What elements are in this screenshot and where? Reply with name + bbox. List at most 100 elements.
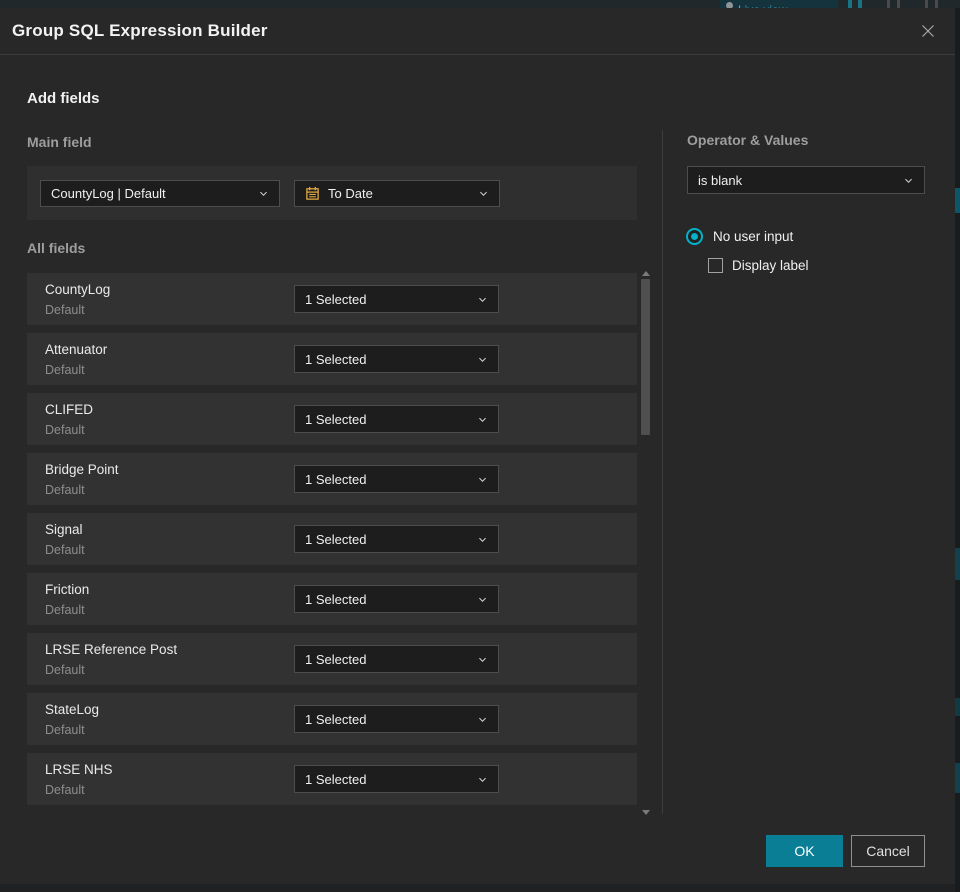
- field-selection-value: 1 Selected: [305, 531, 367, 547]
- group-sql-expression-builder-dialog: Group SQL Expression Builder Add fields …: [0, 8, 955, 884]
- background-toolbar-fragment: [935, 0, 938, 8]
- dialog-titlebar: Group SQL Expression Builder: [0, 8, 955, 55]
- field-name: LRSE NHS: [45, 762, 113, 777]
- background-toolbar-fragment: [925, 0, 928, 8]
- field-selection-value: 1 Selected: [305, 591, 367, 607]
- operator-select[interactable]: is blank: [687, 166, 925, 194]
- field-layer-label: Default: [45, 363, 85, 377]
- radio-selected-icon[interactable]: [686, 228, 703, 245]
- background-toolbar-fragment: [897, 0, 900, 8]
- chevron-down-icon: [478, 188, 489, 199]
- background-app-right-strip: [955, 8, 960, 892]
- field-selection-value: 1 Selected: [305, 351, 367, 367]
- operator-select-value: is blank: [698, 172, 743, 188]
- field-layer-label: Default: [45, 483, 85, 497]
- ok-button[interactable]: OK: [766, 835, 843, 867]
- add-fields-heading: Add fields: [27, 90, 100, 107]
- field-row: StateLog Default 1 Selected: [27, 693, 637, 745]
- radio-dot: [691, 233, 698, 240]
- field-name: StateLog: [45, 702, 100, 717]
- field-selection-select[interactable]: 1 Selected: [294, 765, 499, 793]
- background-toolbar-fragment: [887, 0, 890, 8]
- scroll-down-icon[interactable]: [642, 810, 650, 815]
- field-name: Friction: [45, 582, 90, 597]
- display-label-label: Display label: [732, 258, 809, 273]
- field-name: CountyLog: [45, 282, 111, 297]
- field-selection-value: 1 Selected: [305, 651, 367, 667]
- field-selection-value: 1 Selected: [305, 471, 367, 487]
- background-edge-fragment: [955, 188, 960, 213]
- background-edge-fragment: [955, 698, 960, 716]
- field-row: Attenuator Default 1 Selected: [27, 333, 637, 385]
- chevron-down-icon: [477, 294, 488, 305]
- scrollbar-thumb[interactable]: [641, 279, 650, 435]
- chevron-down-icon: [477, 354, 488, 365]
- field-layer-label: Default: [45, 303, 85, 317]
- panel-divider: [662, 130, 663, 814]
- fields-list-scrollbar[interactable]: [640, 269, 652, 815]
- calendar-date-icon: [305, 186, 320, 201]
- main-field-type-value: To Date: [328, 186, 373, 201]
- field-selection-select[interactable]: 1 Selected: [294, 645, 499, 673]
- field-layer-label: Default: [45, 783, 85, 797]
- field-layer-label: Default: [45, 543, 85, 557]
- main-field-label: Main field: [27, 134, 92, 150]
- field-selection-select[interactable]: 1 Selected: [294, 705, 499, 733]
- field-selection-select[interactable]: 1 Selected: [294, 465, 499, 493]
- scroll-up-icon[interactable]: [642, 271, 650, 276]
- field-name: Attenuator: [45, 342, 108, 357]
- background-app-top-strip: Live view: [0, 0, 960, 8]
- chevron-down-icon: [477, 474, 488, 485]
- chevron-down-icon: [258, 188, 269, 199]
- field-row: Friction Default 1 Selected: [27, 573, 637, 625]
- main-field-select[interactable]: CountyLog | Default: [40, 180, 280, 207]
- field-layer-label: Default: [45, 723, 85, 737]
- field-row: Signal Default 1 Selected: [27, 513, 637, 565]
- background-app-bottom-strip: [0, 884, 955, 892]
- field-row: CountyLog Default 1 Selected: [27, 273, 637, 325]
- field-selection-select[interactable]: 1 Selected: [294, 285, 499, 313]
- field-name: LRSE Reference Post: [45, 642, 178, 657]
- display-label-option[interactable]: Display label: [708, 258, 809, 273]
- background-edge-fragment: [955, 548, 960, 580]
- field-row: LRSE NHS Default 1 Selected: [27, 753, 637, 805]
- chevron-down-icon: [477, 774, 488, 785]
- chevron-down-icon: [477, 654, 488, 665]
- all-fields-list: CountyLog Default 1 Selected Attenuator …: [27, 273, 637, 813]
- dialog-title: Group SQL Expression Builder: [12, 21, 268, 40]
- main-field-type-select[interactable]: To Date: [294, 180, 500, 207]
- background-toolbar-fragment: [858, 0, 862, 8]
- chevron-down-icon: [477, 594, 488, 605]
- live-view-button-fragment: Live view: [720, 0, 838, 8]
- field-selection-value: 1 Selected: [305, 771, 367, 787]
- close-icon[interactable]: [917, 20, 939, 42]
- operator-values-heading: Operator & Values: [687, 132, 809, 148]
- no-user-input-label: No user input: [713, 229, 794, 244]
- main-field-container: CountyLog | Default To Date: [27, 166, 637, 220]
- field-row: LRSE Reference Post Default 1 Selected: [27, 633, 637, 685]
- background-edge-fragment: [955, 763, 960, 793]
- field-layer-label: Default: [45, 663, 85, 677]
- chevron-down-icon: [477, 714, 488, 725]
- field-name: CLIFED: [45, 402, 94, 417]
- field-layer-label: Default: [45, 423, 85, 437]
- field-name: Bridge Point: [45, 462, 119, 477]
- chevron-down-icon: [903, 175, 914, 186]
- field-selection-value: 1 Selected: [305, 711, 367, 727]
- field-selection-select[interactable]: 1 Selected: [294, 405, 499, 433]
- cancel-button[interactable]: Cancel: [851, 835, 925, 867]
- background-toolbar-fragment: [848, 0, 852, 8]
- no-user-input-option[interactable]: No user input: [686, 228, 793, 245]
- field-selection-select[interactable]: 1 Selected: [294, 585, 499, 613]
- field-selection-value: 1 Selected: [305, 291, 367, 307]
- chevron-down-icon: [477, 414, 488, 425]
- field-row: Bridge Point Default 1 Selected: [27, 453, 637, 505]
- field-selection-select[interactable]: 1 Selected: [294, 525, 499, 553]
- field-selection-value: 1 Selected: [305, 411, 367, 427]
- field-layer-label: Default: [45, 603, 85, 617]
- all-fields-label: All fields: [27, 240, 86, 256]
- main-field-select-value: CountyLog | Default: [51, 186, 166, 201]
- field-selection-select[interactable]: 1 Selected: [294, 345, 499, 373]
- checkbox-unchecked-icon[interactable]: [708, 258, 723, 273]
- chevron-down-icon: [477, 534, 488, 545]
